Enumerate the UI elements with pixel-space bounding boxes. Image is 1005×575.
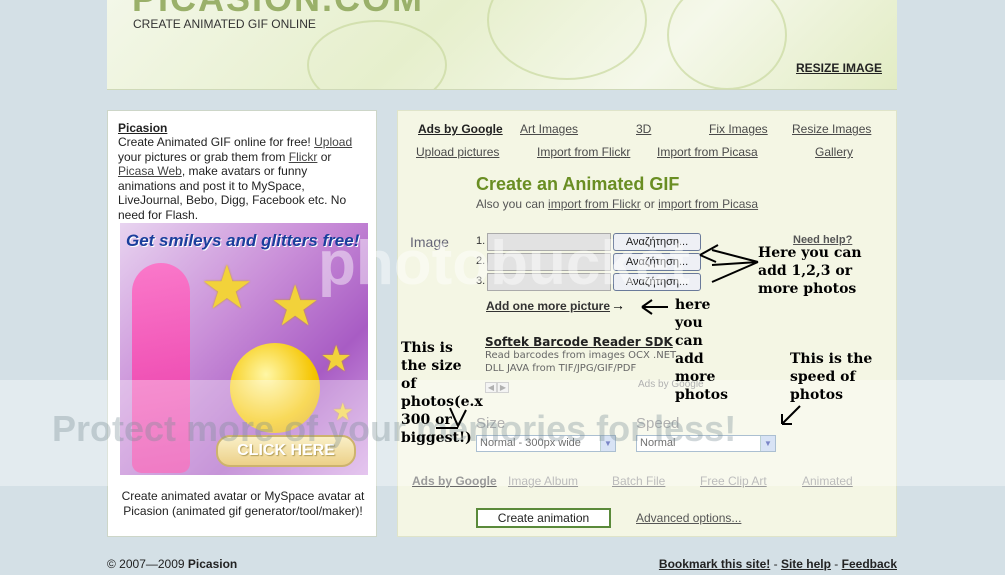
flickr-link[interactable]: Flickr: [289, 150, 318, 164]
footer-separator: -: [770, 557, 781, 571]
star-icon: ★: [320, 338, 353, 379]
watermark-text: Protect more of your memories for less!: [52, 408, 737, 449]
import-flickr-link[interactable]: import from Flickr: [548, 197, 641, 211]
nav-upload-pictures[interactable]: Upload pictures: [416, 145, 499, 159]
site-help-link[interactable]: Site help: [781, 557, 831, 571]
annotation-speed: This is the speed of photos: [790, 351, 873, 403]
page-title: Create an Animated GIF: [476, 174, 680, 194]
advanced-options-link[interactable]: Advanced options...: [636, 511, 741, 525]
star-icon: ★: [270, 274, 321, 337]
import-hint: Also you can import from Flickr or impor…: [476, 197, 758, 211]
import-hint-text: Also you can: [476, 197, 549, 211]
star-icon: ★: [200, 254, 254, 321]
copyright: © 2007—2009 Picasion: [107, 557, 237, 571]
create-animation-button[interactable]: Create animation: [476, 508, 611, 528]
ads-by-google-link[interactable]: Ads by Google: [418, 122, 503, 136]
nav-art-images[interactable]: Art Images: [520, 122, 578, 136]
watermark-logo: photobucket: [318, 229, 690, 298]
site-tagline: CREATE ANIMATED GIF ONLINE: [133, 17, 316, 31]
picasa-web-link[interactable]: Picasa Web: [118, 164, 182, 178]
add-more-picture-link[interactable]: Add one more picture: [486, 299, 610, 313]
sidebar-desc-text: or: [317, 149, 332, 164]
feedback-link[interactable]: Feedback: [842, 557, 897, 571]
nav-3d[interactable]: 3D: [636, 122, 651, 136]
import-hint-text: or: [640, 197, 659, 211]
footer-links: Bookmark this site! - Site help - Feedba…: [659, 557, 897, 571]
nav-import-flickr[interactable]: Import from Flickr: [537, 145, 630, 159]
sidebar-desc-text: your pictures or grab them from: [118, 149, 289, 164]
sidebar-description: Create Animated GIF online for free! Upl…: [118, 135, 366, 222]
nav-gallery[interactable]: Gallery: [815, 145, 853, 159]
sidebar-title[interactable]: Picasion: [118, 121, 366, 135]
ad-description: Read barcodes from images OCX .NET DLL J…: [485, 350, 677, 374]
site-header: PICASION.COM CREATE ANIMATED GIF ONLINE …: [107, 0, 897, 90]
ad-title-link[interactable]: Softek Barcode Reader SDK: [485, 335, 673, 349]
import-picasa-link[interactable]: import from Picasa: [658, 197, 758, 211]
sidebar-desc-text: Create Animated GIF online for free!: [118, 135, 315, 149]
annotation-photos: Here you can add 1,2,3 or more photos: [758, 245, 862, 297]
footer-separator: -: [830, 557, 842, 571]
nav-import-picasa[interactable]: Import from Picasa: [657, 145, 758, 159]
arrow-right-icon: →: [611, 297, 625, 313]
decorative-swirl: [667, 0, 787, 89]
copyright-brand: Picasion: [187, 557, 238, 571]
nav-resize-images[interactable]: Resize Images: [792, 122, 871, 136]
bookmark-link[interactable]: Bookmark this site!: [659, 557, 770, 571]
annotation-size: This is the size of photos(e.x 300 or bi…: [401, 340, 483, 446]
upload-link[interactable]: Upload: [314, 135, 352, 149]
resize-image-link[interactable]: RESIZE IMAGE: [796, 61, 882, 75]
annotation-more: here you can add more photos: [675, 297, 728, 403]
sidebar-footer-text: Create animated avatar or MySpace avatar…: [121, 489, 365, 518]
decorative-swirl: [307, 20, 447, 89]
copyright-text: © 2007—2009: [107, 557, 188, 571]
nav-fix-images[interactable]: Fix Images: [709, 122, 768, 136]
decorative-swirl: [487, 0, 647, 80]
